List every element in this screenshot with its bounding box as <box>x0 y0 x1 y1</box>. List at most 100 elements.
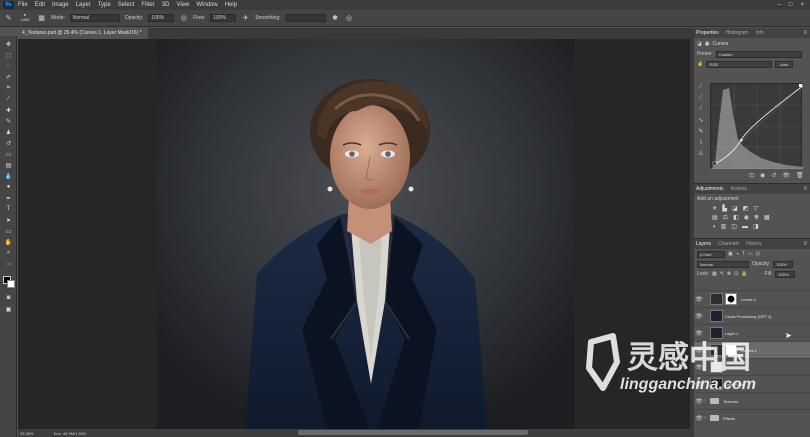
zoom-level[interactable]: 25.36% <box>20 431 34 436</box>
lock-artboard-icon[interactable]: ⊡ <box>734 271 738 277</box>
dodge-tool-icon[interactable]: ● <box>3 183 14 191</box>
eye-icon[interactable]: 👁 <box>694 296 704 303</box>
white-point-eyedropper-icon[interactable]: ⁄ <box>696 106 706 117</box>
gradient-map-icon[interactable]: ▬ <box>742 224 748 230</box>
black-white-icon[interactable]: ◧ <box>733 214 739 221</box>
menu-image[interactable]: Image <box>52 2 69 8</box>
layer-row-selected[interactable]: 👁 Curves 1 <box>694 341 810 358</box>
preset-select[interactable]: Custom <box>715 50 802 58</box>
menu-select[interactable]: Select <box>118 2 135 8</box>
menu-help[interactable]: Help <box>225 2 237 8</box>
quick-mask-icon[interactable]: ◙ <box>3 294 14 302</box>
close-button[interactable]: × <box>800 2 804 8</box>
layer-row[interactable]: 👁 <box>694 358 810 375</box>
eye-icon[interactable]: 👁 <box>694 381 704 388</box>
path-select-tool-icon[interactable]: ➤ <box>3 216 14 224</box>
blend-mode-select[interactable]: Normal <box>697 260 749 268</box>
menu-filter[interactable]: Filter <box>141 2 154 8</box>
lock-position-icon[interactable]: ✥ <box>727 271 731 277</box>
document-tab[interactable]: 4_Textures.psd @ 25.4% (Curves 1, Layer … <box>18 28 148 39</box>
lasso-tool-icon[interactable]: ◌ <box>3 62 14 70</box>
airbrush-icon[interactable]: ✈ <box>241 14 250 23</box>
menu-file[interactable]: File <box>18 2 28 8</box>
auto-button[interactable]: Auto <box>775 60 794 68</box>
clip-warning-icon[interactable]: ⚠ <box>696 150 706 161</box>
clip-to-layer-icon[interactable]: ⊡ <box>749 172 754 179</box>
lock-all-icon[interactable]: 🔒 <box>741 271 747 277</box>
maximize-button[interactable]: □ <box>789 2 793 8</box>
horizontal-scrollbar[interactable] <box>298 430 528 435</box>
tab-layers[interactable]: Layers <box>696 241 711 247</box>
curve-edit-icon[interactable]: ∿ <box>696 117 706 128</box>
eye-icon[interactable]: 👁 <box>694 313 704 320</box>
tab-properties[interactable]: Properties <box>696 30 719 36</box>
layer-row[interactable]: 👁 Cross Processing (OFF 4) <box>694 307 810 324</box>
view-previous-icon[interactable]: ◉ <box>760 172 765 179</box>
filter-adjustment-icon[interactable]: ◑ <box>736 251 739 257</box>
healing-tool-icon[interactable]: ✚ <box>3 106 14 114</box>
quick-select-tool-icon[interactable]: ✐ <box>3 73 14 81</box>
gradient-tool-icon[interactable]: ▤ <box>3 161 14 169</box>
filter-pixel-icon[interactable]: ▣ <box>728 251 733 257</box>
eye-icon[interactable]: 👁 <box>694 398 704 405</box>
crop-tool-icon[interactable]: ⌗ <box>3 84 14 92</box>
gear-icon[interactable]: ✱ <box>331 14 340 23</box>
curves-icon[interactable]: ◪ <box>732 205 738 212</box>
channel-mixer-icon[interactable]: ❋ <box>754 214 759 221</box>
layer-row[interactable]: 👁 Levels 2 <box>694 290 810 307</box>
levels-icon[interactable]: ▙ <box>722 205 727 212</box>
tab-history[interactable]: History <box>746 241 762 247</box>
eraser-tool-icon[interactable]: ▭ <box>3 150 14 158</box>
hand-tool-icon[interactable]: ✋ <box>3 238 14 246</box>
screen-mode-icon[interactable]: ▣ <box>3 305 14 313</box>
menu-window[interactable]: Window <box>196 2 217 8</box>
menu-view[interactable]: View <box>176 2 189 8</box>
brush-tool-icon[interactable]: ✎ <box>4 14 13 23</box>
stamp-tool-icon[interactable]: ♟ <box>3 128 14 136</box>
vibrance-icon[interactable]: ▽ <box>753 205 758 212</box>
hue-saturation-icon[interactable]: ▤ <box>712 214 718 221</box>
blur-tool-icon[interactable]: 💧 <box>3 172 14 180</box>
layer-group-row[interactable]: 👁 › Effects <box>694 409 810 426</box>
on-image-adjust-icon[interactable]: ☝ <box>697 61 703 67</box>
black-point-eyedropper-icon[interactable]: ⁄ <box>696 84 706 95</box>
posterize-icon[interactable]: ▥ <box>721 223 727 230</box>
menu-3d[interactable]: 3D <box>162 2 170 8</box>
tab-adjustments[interactable]: Adjustments <box>696 186 724 192</box>
doc-size[interactable]: Doc: 46.9M/1.50G <box>54 431 86 436</box>
filter-shape-icon[interactable]: ▭ <box>748 251 753 257</box>
layer-row[interactable]: 👁 Layer 1 <box>694 324 810 341</box>
document-canvas[interactable] <box>157 39 574 429</box>
layer-filter-select[interactable]: ρ Kind <box>697 250 725 258</box>
reset-icon[interactable]: ↺ <box>771 172 776 179</box>
flow-field[interactable]: 100% <box>210 14 237 22</box>
panel-menu-icon[interactable]: ≡ <box>803 30 807 36</box>
eyedropper-tool-icon[interactable]: ⁄ <box>3 95 14 103</box>
mode-select[interactable]: Normal <box>69 14 120 22</box>
layer-mask-thumbnail[interactable] <box>725 293 737 305</box>
filter-smart-icon[interactable]: ⊡ <box>756 251 760 257</box>
menu-layer[interactable]: Layer <box>76 2 91 8</box>
lock-paint-icon[interactable]: ✎ <box>720 271 724 277</box>
background-color-swatch[interactable] <box>7 280 15 288</box>
tab-info[interactable]: Info <box>756 30 764 36</box>
layer-row[interactable]: 👁 Lens Flare <box>694 375 810 392</box>
tab-channels[interactable]: Channels <box>718 241 739 247</box>
minimize-button[interactable]: – <box>778 2 781 8</box>
layer-mask-icon[interactable]: ▣ <box>705 41 710 47</box>
panel-menu-icon[interactable]: ≡ <box>803 186 807 192</box>
gray-point-eyedropper-icon[interactable]: ⁄ <box>696 95 706 106</box>
visibility-toggle-icon[interactable]: 👁 <box>782 172 790 179</box>
lock-pixels-icon[interactable]: ▦ <box>712 271 717 277</box>
menu-edit[interactable]: Edit <box>35 2 45 8</box>
smooth-curve-icon[interactable]: ⌇ <box>696 139 706 150</box>
menu-type[interactable]: Type <box>98 2 111 8</box>
channel-select[interactable]: RGB <box>706 60 773 68</box>
smoothing-field[interactable] <box>285 14 326 22</box>
zoom-tool-icon[interactable]: ⌕ <box>3 249 14 257</box>
eye-icon[interactable]: 👁 <box>694 347 704 354</box>
pencil-draw-icon[interactable]: ✎ <box>696 128 706 139</box>
eye-icon[interactable]: 👁 <box>694 364 704 371</box>
pressure-opacity-icon[interactable]: ◎ <box>179 14 188 23</box>
panel-menu-icon[interactable]: ≡ <box>803 241 807 247</box>
